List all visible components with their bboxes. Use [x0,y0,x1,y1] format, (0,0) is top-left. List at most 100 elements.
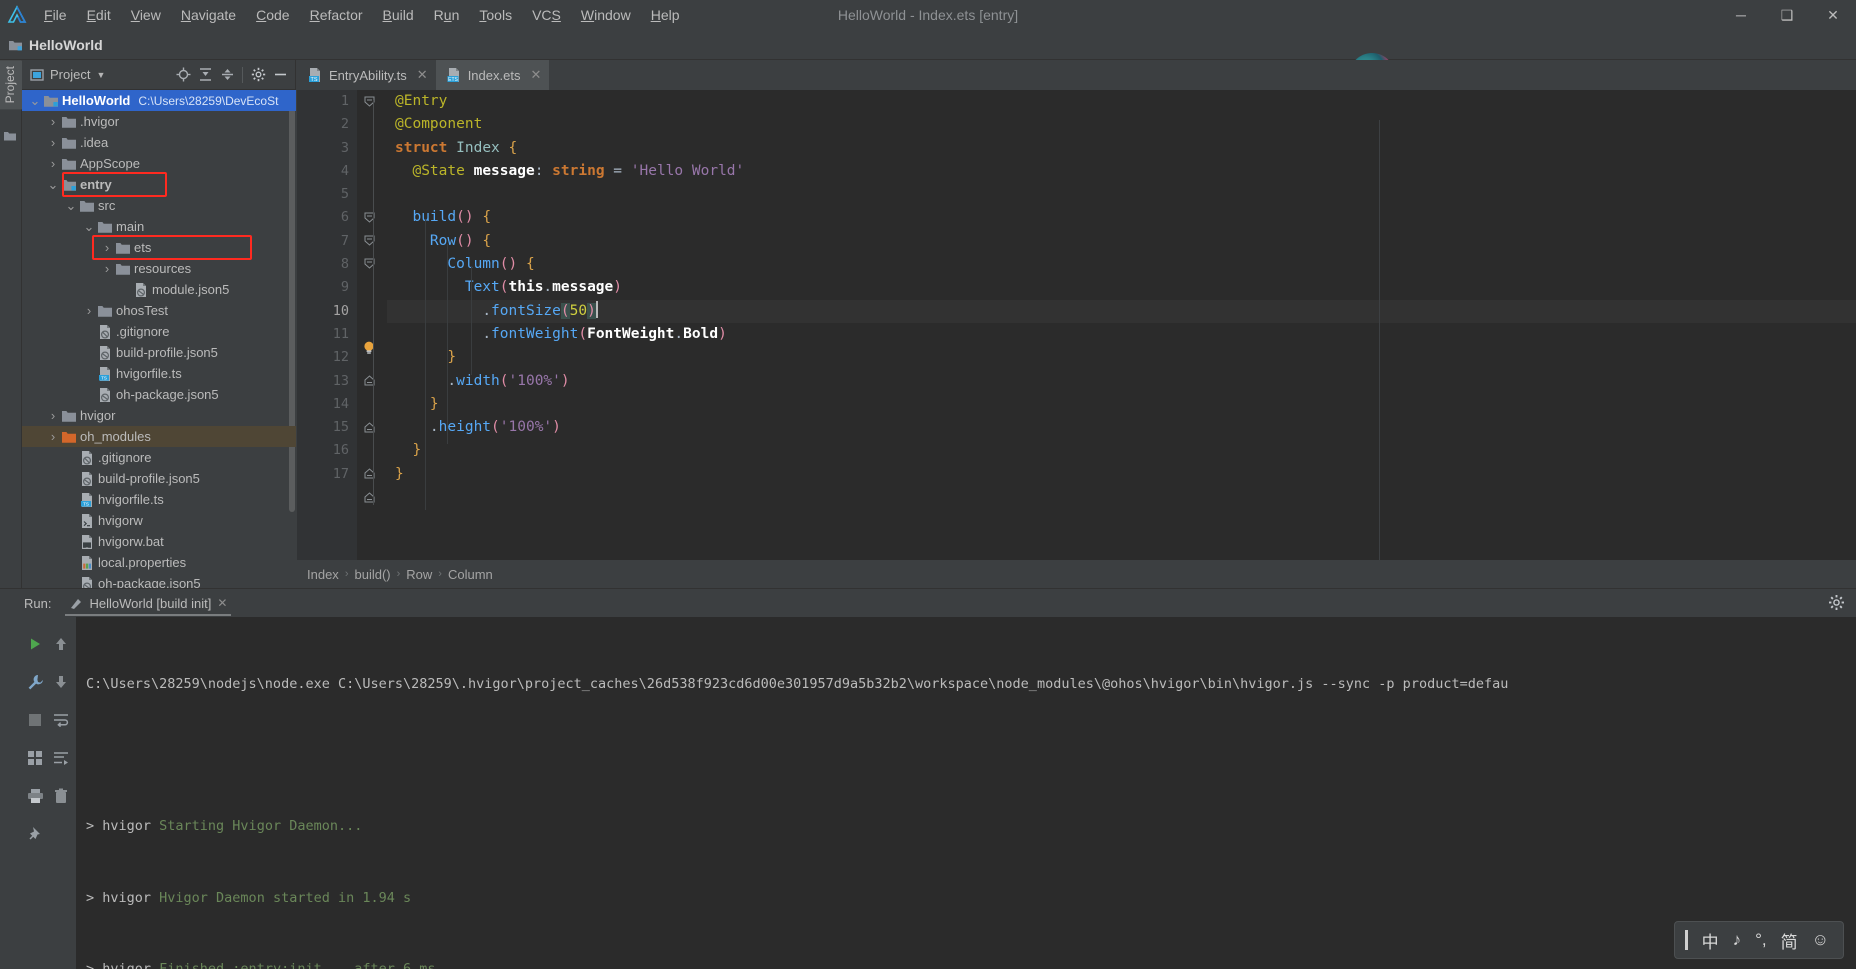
code-line-8[interactable]: Column() { [387,253,1856,276]
chevron-right-icon[interactable]: › [46,429,60,444]
tree-row-ohostest[interactable]: › ohosTest [22,300,296,321]
tree-row-module-json5[interactable]: module.json5 [22,279,296,300]
tree-row-oh-package-json5[interactable]: oh-package.json5 [22,384,296,405]
chevron-right-icon[interactable]: › [100,261,114,276]
tree-row--gitignore[interactable]: .gitignore [22,321,296,342]
pin-icon[interactable] [22,821,48,847]
code-line-5[interactable] [387,183,1856,206]
tree-row--gitignore[interactable]: .gitignore [22,447,296,468]
close-icon[interactable]: ✕ [530,67,541,83]
tree-row-src[interactable]: ⌄ src [22,195,296,216]
tree-row-hvigor[interactable]: › hvigor [22,405,296,426]
hide-panel-icon[interactable] [269,64,291,86]
code-line-2[interactable]: @Component [387,113,1856,136]
chevron-right-icon[interactable]: › [46,156,60,171]
menu-run[interactable]: Run [424,4,470,26]
code-line-6[interactable]: build() { [387,206,1856,229]
chevron-right-icon[interactable]: › [82,303,96,318]
ime-mode-icon[interactable]: ♪ [1733,930,1742,950]
gear-icon[interactable] [1828,594,1846,612]
code-line-9[interactable]: Text(this.message) [387,276,1856,299]
tree-row-helloworld[interactable]: ⌄ HelloWorld C:\Users\28259\DevEcoSt [22,90,296,111]
ime-punctuation-icon[interactable]: °, [1755,930,1767,950]
minimize-icon[interactable]: ─ [1718,0,1764,30]
settings-icon[interactable] [247,64,269,86]
wrench-icon[interactable] [22,669,48,695]
tree-row-local-properties[interactable]: local.properties [22,552,296,573]
chevron-down-icon[interactable]: ⌄ [82,220,96,233]
tree-row-hvigorw[interactable]: hvigorw [22,510,296,531]
run-tab-helloworld[interactable]: HelloWorld [build init] ✕ [61,594,235,616]
tree-row-entry[interactable]: ⌄ entry [22,174,296,195]
scroll-to-end-icon[interactable] [48,745,74,771]
expand-all-icon[interactable] [194,64,216,86]
trash-icon[interactable] [48,783,74,809]
breadcrumb-item-index[interactable]: Index [307,567,339,582]
menu-code[interactable]: Code [246,4,299,26]
menu-build[interactable]: Build [373,4,424,26]
grid-icon[interactable] [22,745,48,771]
code-editor[interactable]: 1 2 3 4 5 6 7 8 9 10 11 12 13 14 15 16 17 [297,90,1856,590]
rerun-icon[interactable] [22,631,48,657]
tree-row--hvigor[interactable]: › .hvigor [22,111,296,132]
tree-row-hvigorfile-ts[interactable]: TS hvigorfile.ts [22,489,296,510]
tree-row-oh-package-json5[interactable]: oh-package.json5 [22,573,296,588]
tree-row-build-profile-json5[interactable]: build-profile.json5 [22,342,296,363]
close-icon[interactable]: ✕ [217,596,227,610]
tree-row-ets[interactable]: › ets [22,237,296,258]
collapse-all-icon[interactable] [216,64,238,86]
ime-emoji-icon[interactable]: ☺ [1812,930,1829,950]
code-line-13[interactable]: .width('100%') [387,370,1856,393]
soft-wrap-icon[interactable] [48,707,74,733]
code-line-12[interactable]: } [387,346,1856,369]
menu-window[interactable]: Window [571,4,641,26]
sidebar-item-project[interactable]: Project [0,60,22,110]
tree-row-hvigorfile-ts[interactable]: TS hvigorfile.ts [22,363,296,384]
code-line-14[interactable]: } [387,393,1856,416]
menu-help[interactable]: Help [641,4,690,26]
close-icon[interactable]: ✕ [1810,0,1856,30]
maximize-icon[interactable]: ❑ [1764,0,1810,30]
tree-row-build-profile-json5[interactable]: build-profile.json5 [22,468,296,489]
code-line-10[interactable]: .fontSize(50) [387,299,1856,323]
menu-vcs[interactable]: VCS [522,4,571,26]
chevron-down-icon[interactable]: ⌄ [46,178,60,191]
code-line-15[interactable]: .height('100%') [387,416,1856,439]
code-line-16[interactable]: } [387,439,1856,462]
tab-index-ets[interactable]: ETS Index.ets ✕ [435,60,550,90]
close-icon[interactable]: ✕ [417,67,428,83]
intention-bulb-icon[interactable] [361,340,377,356]
menu-view[interactable]: View [121,4,171,26]
menu-tools[interactable]: Tools [469,4,522,26]
chevron-down-icon[interactable]: ⌄ [28,94,42,107]
locate-icon[interactable] [172,64,194,86]
code-line-3[interactable]: struct Index { [387,137,1856,160]
code-line-7[interactable]: Row() { [387,230,1856,253]
breadcrumb-item-row[interactable]: Row [406,567,432,582]
chevron-right-icon[interactable]: › [46,408,60,423]
menu-navigate[interactable]: Navigate [171,4,246,26]
tree-row-hvigorw-bat[interactable]: _ hvigorw.bat [22,531,296,552]
editor-markers[interactable] [357,90,387,560]
menu-edit[interactable]: Edit [77,4,121,26]
tree-row-appscope[interactable]: › AppScope [22,153,296,174]
tree-row-oh-modules[interactable]: › oh_modules [22,426,296,447]
chevron-right-icon[interactable]: › [46,114,60,129]
code-line-4[interactable]: @State message: string = 'Hello World' [387,160,1856,183]
down-arrow-icon[interactable] [48,669,74,695]
code-content[interactable]: @Entry @Component struct Index { @State me… [387,90,1856,560]
tree-row-resources[interactable]: › resources [22,258,296,279]
code-line-11[interactable]: .fontWeight(FontWeight.Bold) [387,323,1856,346]
ime-widget[interactable]: 中 ♪ °, 简 ☺ [1673,921,1844,959]
breadcrumb-project[interactable]: HelloWorld [8,37,103,53]
up-arrow-icon[interactable] [48,631,74,657]
code-line-1[interactable]: @Entry [387,90,1856,113]
breadcrumb-item-column[interactable]: Column [448,567,493,582]
code-line-17[interactable]: } [387,463,1856,486]
project-file-tree[interactable]: ⌄ HelloWorld C:\Users\28259\DevEcoSt › .hvig… [22,90,296,588]
tab-entryability-ts[interactable]: TS EntryAbility.ts ✕ [297,60,436,90]
menu-refactor[interactable]: Refactor [300,4,373,26]
ime-simplified-label[interactable]: 简 [1781,928,1798,953]
console-output[interactable]: C:\Users\28259\nodejs\node.exe C:\Users\… [76,617,1856,969]
print-icon[interactable] [22,783,48,809]
